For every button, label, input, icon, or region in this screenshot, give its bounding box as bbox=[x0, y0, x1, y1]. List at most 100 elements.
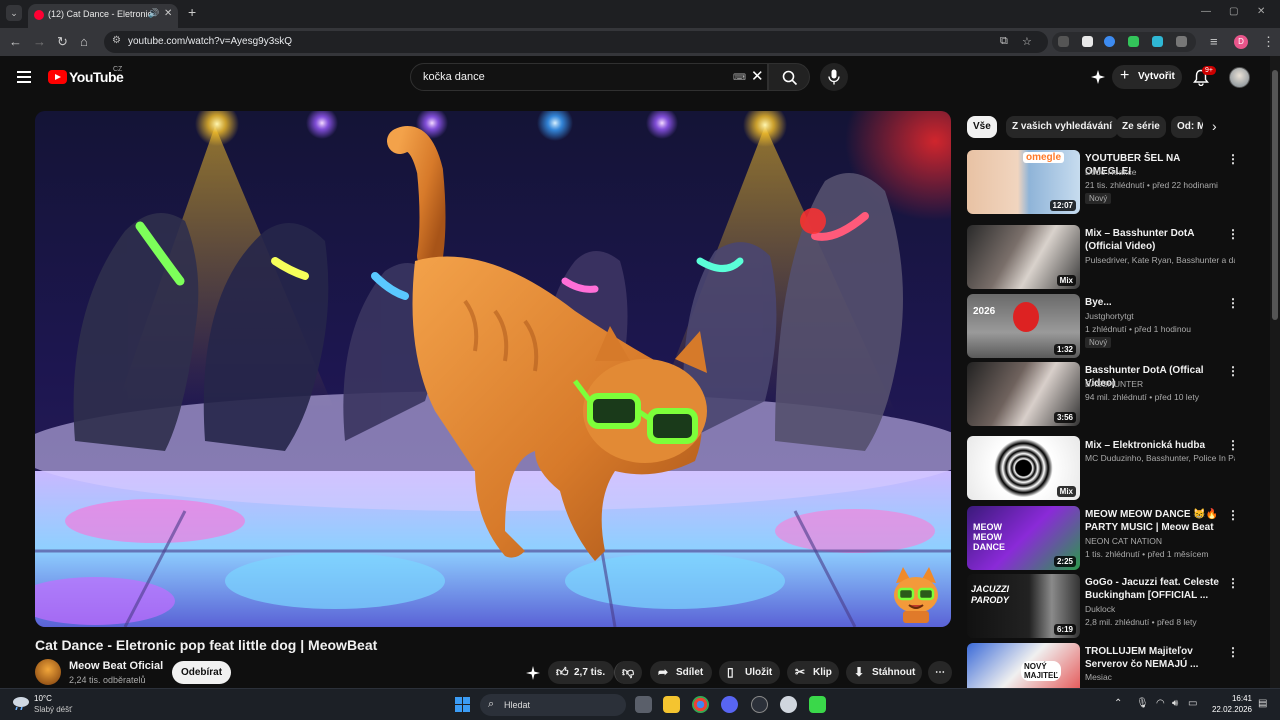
reading-list-icon[interactable]: ≡ bbox=[1210, 34, 1218, 50]
recommendation-title[interactable]: Bye... bbox=[1085, 296, 1225, 309]
tab-audio-icon[interactable]: 🔊 bbox=[148, 8, 159, 19]
download-button[interactable]: ⬇ Stáhnout bbox=[846, 661, 922, 684]
steam-icon[interactable] bbox=[751, 696, 768, 713]
recommendation-thumbnail[interactable]: Mix bbox=[967, 436, 1080, 500]
chip-series[interactable]: Ze série bbox=[1116, 116, 1166, 138]
more-options-icon[interactable]: ⋮ bbox=[1227, 296, 1239, 310]
address-bar[interactable]: ⚙ youtube.com/watch?v=Ayesg9y3skQ ⧉ ☆ bbox=[104, 31, 1048, 53]
taskbar-search[interactable]: ⌕ Hledat bbox=[480, 694, 626, 716]
task-view-icon[interactable] bbox=[635, 696, 652, 713]
channel-watermark-cat-icon[interactable] bbox=[891, 565, 941, 623]
extension-icon[interactable] bbox=[1082, 36, 1093, 47]
extension-icon[interactable] bbox=[1104, 36, 1115, 47]
clock-time[interactable]: 16:41 bbox=[1222, 694, 1252, 703]
like-button[interactable]: 👍︎ 2,7 tis. bbox=[548, 661, 614, 684]
recommendation-channel[interactable]: Duklock bbox=[1085, 604, 1235, 614]
recommendation-title[interactable]: Mix – Basshunter DotA (Official Video) bbox=[1085, 227, 1225, 253]
chips-next-icon[interactable]: › bbox=[1212, 118, 1217, 134]
volume-icon[interactable]: 🔊︎ bbox=[1172, 698, 1178, 709]
bookmark-star-icon[interactable]: ☆ bbox=[1022, 35, 1032, 48]
install-app-icon[interactable]: ⧉ bbox=[1000, 35, 1008, 48]
recommendation-thumbnail[interactable]: 3:56 bbox=[967, 362, 1080, 426]
more-options-icon[interactable]: ⋮ bbox=[1227, 438, 1239, 452]
app-icon[interactable] bbox=[780, 696, 797, 713]
more-options-icon[interactable]: ⋮ bbox=[1227, 508, 1239, 522]
recommendation-thumbnail[interactable]: 2026 1:32 bbox=[967, 294, 1080, 358]
minimize-icon[interactable]: — bbox=[1201, 6, 1211, 17]
recommendation-item[interactable]: omegle 12:07 YOUTUBER ŠEL NA OMEGLEI Dod… bbox=[967, 150, 1247, 214]
recommendation-thumbnail[interactable]: JACUZZI PARODY 6:19 bbox=[967, 574, 1080, 638]
channel-avatar[interactable] bbox=[35, 659, 61, 685]
maximize-icon[interactable]: ▢ bbox=[1229, 6, 1238, 17]
hamburger-menu-icon[interactable] bbox=[17, 71, 31, 83]
channel-name[interactable]: Meow Beat Oficial bbox=[69, 660, 163, 672]
more-options-icon[interactable]: ⋮ bbox=[1227, 645, 1239, 659]
more-options-icon[interactable]: ⋮ bbox=[1227, 576, 1239, 590]
more-options-icon[interactable]: ⋮ bbox=[1227, 227, 1239, 241]
recommendation-item[interactable]: NOVÝ MAJITEĽ TROLLUJEM Majiteľov Servero… bbox=[967, 643, 1247, 688]
recommendation-item[interactable]: Mix Mix – Basshunter DotA (Official Vide… bbox=[967, 225, 1247, 289]
dislike-button[interactable]: 👎︎ bbox=[614, 661, 642, 684]
clip-button[interactable]: ✂ Klip bbox=[787, 661, 839, 684]
create-button[interactable]: + Vytvořit bbox=[1112, 65, 1182, 89]
scrollbar-thumb[interactable] bbox=[1272, 70, 1278, 320]
tab-search-icon[interactable]: ⌄ bbox=[6, 5, 22, 21]
account-avatar[interactable] bbox=[1229, 67, 1250, 88]
ai-sparkle-icon[interactable] bbox=[1091, 70, 1105, 84]
search-button[interactable] bbox=[768, 63, 810, 91]
more-options-icon[interactable]: ⋮ bbox=[1227, 364, 1239, 378]
url-text[interactable]: youtube.com/watch?v=Ayesg9y3skQ bbox=[128, 36, 292, 47]
profile-avatar[interactable]: D bbox=[1234, 35, 1248, 49]
subscribe-button[interactable]: Odebírat bbox=[172, 661, 231, 684]
recommendation-channel[interactable]: Justghortytgt bbox=[1085, 311, 1235, 321]
back-icon[interactable]: ← bbox=[9, 34, 22, 50]
recommendation-channel[interactable]: MC Duduzinho, Basshunter, Police In Par.… bbox=[1085, 453, 1235, 463]
home-icon[interactable]: ⌂ bbox=[80, 34, 88, 50]
notification-center-icon[interactable]: ▤ bbox=[1258, 698, 1267, 709]
recommendation-title[interactable]: Mix – Elektronická hudba bbox=[1085, 439, 1225, 452]
voice-search-button[interactable] bbox=[820, 63, 848, 91]
extension-icon[interactable] bbox=[1152, 36, 1163, 47]
kick-icon[interactable] bbox=[809, 696, 826, 713]
ask-ai-icon[interactable] bbox=[526, 666, 540, 680]
microphone-tray-icon[interactable]: 🎙︎ bbox=[1136, 698, 1149, 709]
recommendation-thumbnail[interactable]: Mix bbox=[967, 225, 1080, 289]
recommendation-item[interactable]: Mix Mix – Elektronická hudba MC Duduzinh… bbox=[967, 436, 1247, 500]
clear-search-icon[interactable]: ✕ bbox=[751, 68, 764, 86]
weather-description[interactable]: Slabý déšť bbox=[34, 705, 72, 714]
chip-from-channel[interactable]: Od: M bbox=[1171, 116, 1203, 138]
search-input[interactable]: kočka dance ⌨ ✕ bbox=[410, 63, 768, 91]
recommendation-item[interactable]: 2026 1:32 Bye... Justghortytgt 1 zhlédnu… bbox=[967, 294, 1247, 358]
chip-all[interactable]: Vše bbox=[967, 116, 997, 138]
recommendation-channel[interactable]: Dodo Reakce bbox=[1085, 167, 1235, 177]
browser-menu-icon[interactable]: ⋮ bbox=[1262, 34, 1275, 50]
window-close-icon[interactable]: ✕ bbox=[1257, 6, 1265, 17]
keyboard-icon[interactable]: ⌨ bbox=[733, 72, 746, 83]
chip-from-searches[interactable]: Z vašich vyhledávání bbox=[1006, 116, 1119, 138]
weather-temperature[interactable]: 10°C bbox=[34, 694, 52, 703]
file-explorer-icon[interactable] bbox=[663, 696, 680, 713]
battery-icon[interactable]: ▭ bbox=[1188, 698, 1197, 709]
recommendation-item[interactable]: MEOW MEOW DANCE 2:25 MEOW MEOW DANCE 😸🔥 … bbox=[967, 506, 1247, 570]
forward-icon[interactable]: → bbox=[33, 34, 46, 50]
weather-rain-icon[interactable] bbox=[12, 696, 30, 710]
extension-icon[interactable] bbox=[1058, 36, 1069, 47]
tray-chevron-icon[interactable]: ⌃ bbox=[1114, 698, 1122, 709]
recommendation-thumbnail[interactable]: omegle 12:07 bbox=[967, 150, 1080, 214]
reload-icon[interactable]: ↻ bbox=[57, 34, 68, 50]
windows-start-icon[interactable] bbox=[455, 697, 470, 712]
search-query[interactable]: kočka dance bbox=[423, 71, 485, 83]
recommendation-title[interactable]: GoGo - Jacuzzi feat. Celeste Buckingham … bbox=[1085, 576, 1225, 602]
extensions-puzzle-icon[interactable] bbox=[1176, 36, 1187, 47]
recommendation-thumbnail[interactable]: MEOW MEOW DANCE 2:25 bbox=[967, 506, 1080, 570]
recommendation-item[interactable]: JACUZZI PARODY 6:19 GoGo - Jacuzzi feat.… bbox=[967, 574, 1247, 638]
more-actions-icon[interactable]: ⋯ bbox=[928, 661, 952, 684]
recommendation-channel[interactable]: BASSHUNTER bbox=[1085, 379, 1235, 389]
site-info-icon[interactable]: ⚙ bbox=[112, 35, 121, 46]
tab-close-icon[interactable]: ✕ bbox=[164, 8, 172, 19]
recommendation-title[interactable]: MEOW MEOW DANCE 😸🔥 PARTY MUSIC | Meow Be… bbox=[1085, 508, 1225, 534]
share-button[interactable]: ➦ Sdílet bbox=[650, 661, 712, 684]
recommendation-channel[interactable]: NEON CAT NATION bbox=[1085, 536, 1235, 546]
discord-icon[interactable] bbox=[721, 696, 738, 713]
recommendation-channel[interactable]: Pulsedriver, Kate Ryan, Basshunter a dal… bbox=[1085, 255, 1235, 265]
